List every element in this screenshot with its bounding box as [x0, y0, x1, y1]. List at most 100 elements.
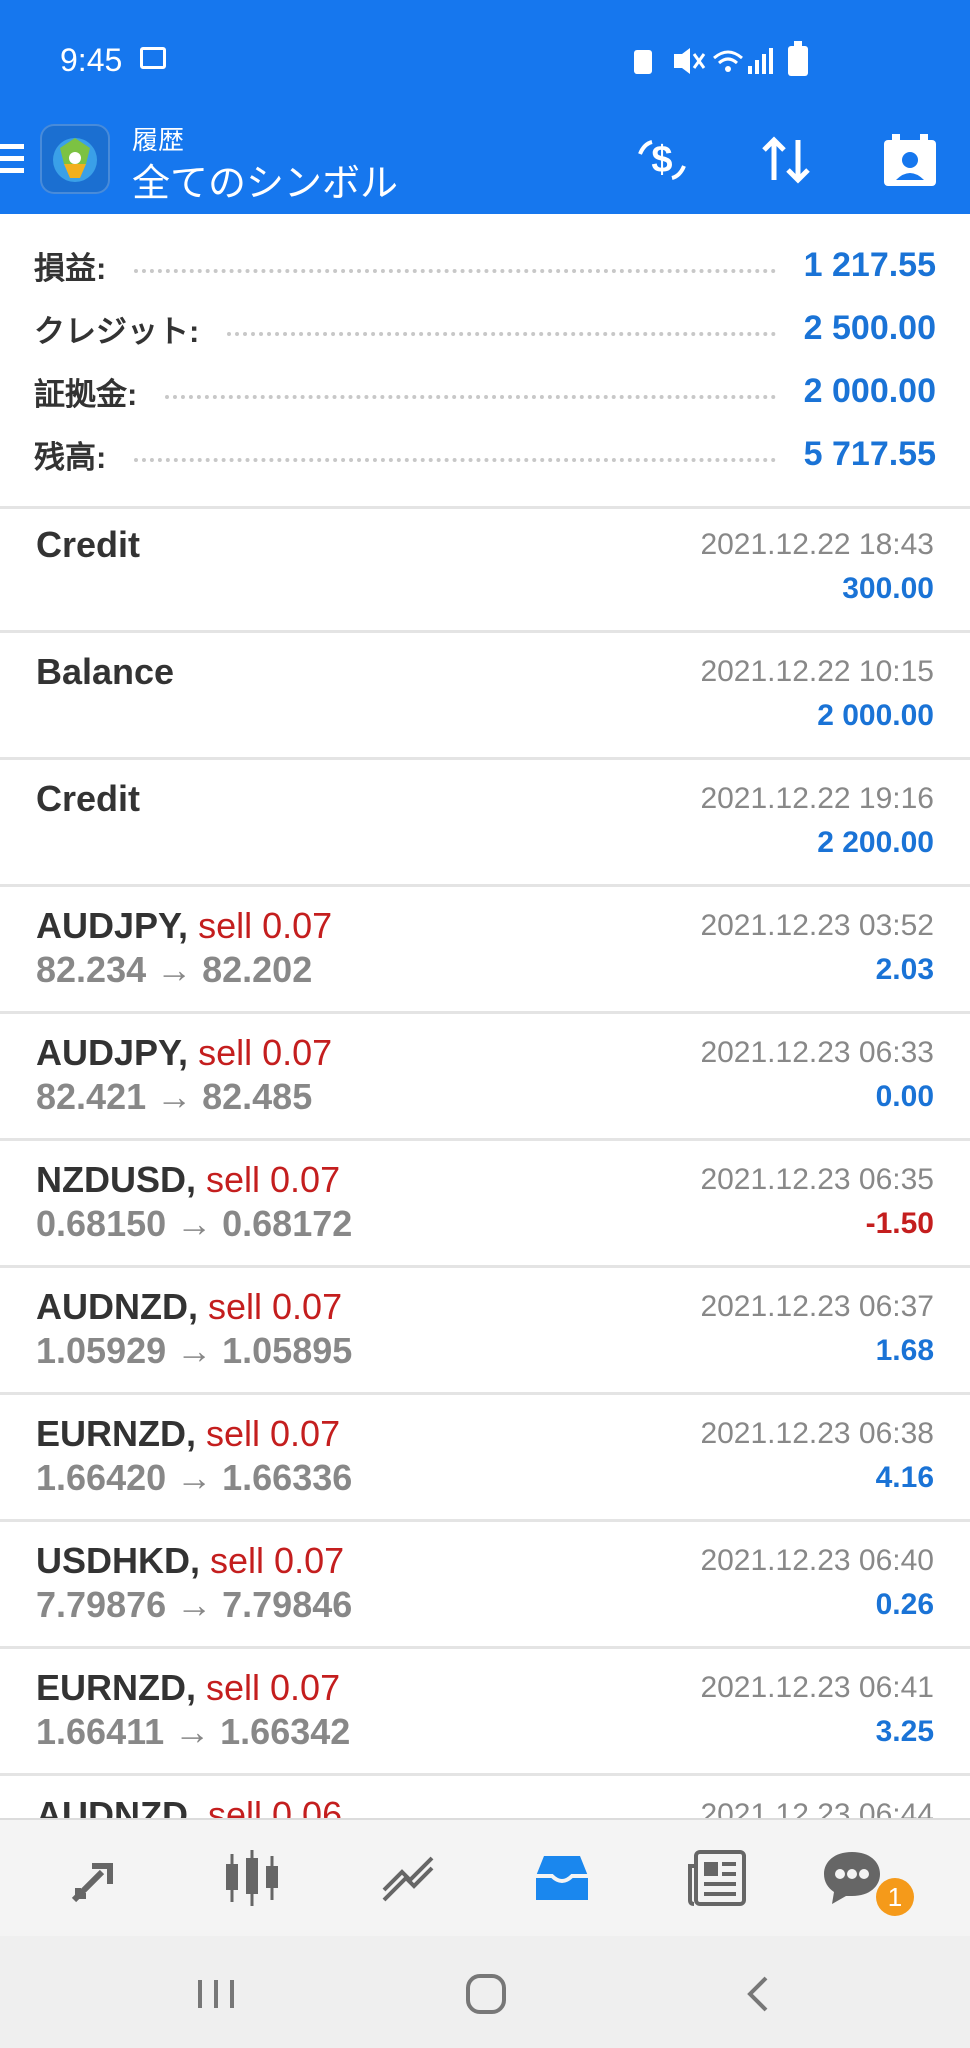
- deal-prices: 0.68150 → 0.68172: [36, 1203, 353, 1244]
- deal-side: sell 0.07: [208, 1286, 343, 1327]
- history-row[interactable]: Balance 2021.12.22 10:15 2 000.00: [0, 633, 970, 760]
- deal-profit: 2 200.00: [817, 826, 934, 859]
- deal-profit: 0.00: [875, 1080, 934, 1113]
- deal-time: 2021.12.22 19:16: [700, 782, 934, 815]
- leader-dots: [134, 458, 776, 462]
- deal-symbol: EURNZD,: [36, 1413, 196, 1454]
- battery-icon: [788, 41, 808, 76]
- deal-title: AUDNZD, sell 0.07: [36, 1286, 342, 1328]
- deal-time: 2021.12.22 10:15: [700, 655, 934, 688]
- app-bar: 履歴 全てのシンボル $: [0, 122, 970, 214]
- history-row[interactable]: EURNZD, sell 0.07 1.66411 → 1.66342 2021…: [0, 1649, 970, 1776]
- deal-title: Balance: [36, 651, 174, 693]
- recent-apps-icon[interactable]: [192, 1972, 240, 2016]
- currency-exchange-icon[interactable]: $: [630, 128, 694, 192]
- deal-title: NZDUSD, sell 0.07: [36, 1159, 340, 1201]
- account-summary: 損益: 1 217.55 クレジット: 2 500.00 証拠金: 2 000.…: [0, 214, 970, 509]
- leader-dots: [227, 332, 776, 336]
- deal-symbol: NZDUSD,: [36, 1159, 196, 1200]
- home-icon[interactable]: [462, 1972, 510, 2016]
- deal-symbol: AUDJPY,: [36, 1032, 189, 1073]
- deal-title: Credit: [36, 778, 140, 820]
- history-row[interactable]: AUDNZD, sell 0.07 1.05929 → 1.05895 2021…: [0, 1268, 970, 1395]
- leader-dots: [134, 269, 776, 273]
- history-row[interactable]: AUDNZD, sell 0.06 2021.12.23 06:44: [0, 1776, 970, 1818]
- summary-label: 証拠金:: [34, 376, 138, 412]
- history-row[interactable]: AUDJPY, sell 0.07 82.234 → 82.202 2021.1…: [0, 887, 970, 1014]
- deal-profit: 1.68: [875, 1334, 934, 1367]
- deal-symbol: Credit: [36, 778, 141, 819]
- deal-prices: 7.79876 → 7.79846: [36, 1584, 353, 1625]
- summary-value: 2 000.00: [803, 371, 936, 410]
- deal-prices: 82.421 → 82.485: [36, 1076, 313, 1117]
- chat-icon[interactable]: [820, 1846, 884, 1910]
- quotes-icon[interactable]: [64, 1846, 128, 1910]
- deal-title: AUDNZD, sell 0.06: [36, 1794, 342, 1818]
- deal-symbol: USDHKD,: [36, 1540, 201, 1581]
- history-icon[interactable]: [530, 1846, 594, 1910]
- deal-symbol: AUDNZD,: [36, 1286, 198, 1327]
- deal-prices: 1.66420 → 1.66336: [36, 1457, 353, 1498]
- deal-side: sell 0.07: [206, 1413, 341, 1454]
- deal-profit: 4.16: [875, 1461, 934, 1494]
- status-icons: [634, 48, 773, 74]
- deal-time: 2021.12.23 06:33: [700, 1036, 934, 1069]
- history-row[interactable]: EURNZD, sell 0.07 1.66420 → 1.66336 2021…: [0, 1395, 970, 1522]
- svg-text:$: $: [651, 139, 672, 181]
- deal-symbol: EURNZD,: [36, 1667, 196, 1708]
- deal-side: sell 0.06: [208, 1794, 343, 1818]
- deal-prices: 1.05929 → 1.05895: [36, 1330, 353, 1371]
- deal-profit: 0.26: [875, 1588, 934, 1621]
- deal-time: 2021.12.22 18:43: [700, 528, 934, 561]
- summary-value: 5 717.55: [803, 434, 936, 473]
- summary-value: 1 217.55: [803, 245, 936, 284]
- sort-icon[interactable]: [754, 128, 818, 192]
- deal-symbol: Balance: [36, 651, 175, 692]
- chart-icon[interactable]: [220, 1846, 284, 1910]
- summary-row-profit: 損益: 1 217.55: [34, 240, 936, 290]
- summary-row-balance: 残高: 5 717.55: [34, 429, 936, 479]
- leader-dots: [165, 395, 776, 399]
- summary-label: 残高:: [34, 439, 107, 475]
- deal-time: 2021.12.23 06:38: [700, 1417, 934, 1450]
- system-nav-bar: [0, 1936, 970, 2048]
- menu-icon[interactable]: [0, 144, 24, 178]
- symbol-filter-title[interactable]: 全てのシンボル: [132, 152, 398, 207]
- summary-label: 損益:: [34, 250, 107, 286]
- history-list[interactable]: Credit 2021.12.22 18:43 300.00 Balance 2…: [0, 506, 970, 1818]
- deal-title: USDHKD, sell 0.07: [36, 1540, 344, 1582]
- history-row[interactable]: NZDUSD, sell 0.07 0.68150 → 0.68172 2021…: [0, 1141, 970, 1268]
- deal-time: 2021.12.23 06:35: [700, 1163, 934, 1196]
- news-icon[interactable]: [686, 1846, 750, 1910]
- deal-symbol: AUDJPY,: [36, 905, 189, 946]
- deal-time: 2021.12.23 03:52: [700, 909, 934, 942]
- history-row[interactable]: USDHKD, sell 0.07 7.79876 → 7.79846 2021…: [0, 1522, 970, 1649]
- trade-icon[interactable]: [376, 1846, 440, 1910]
- deal-profit: -1.50: [865, 1207, 934, 1240]
- deal-profit: 2.03: [875, 953, 934, 986]
- deal-time: 2021.12.23 06:40: [700, 1544, 934, 1577]
- deal-time: 2021.12.23 06:41: [700, 1671, 934, 1704]
- summary-row-credit: クレジット: 2 500.00: [34, 303, 936, 353]
- deal-prices: 1.66411 → 1.66342: [36, 1711, 351, 1752]
- back-icon[interactable]: [736, 1972, 784, 2016]
- deal-title: EURNZD, sell 0.07: [36, 1413, 340, 1455]
- deal-side: sell 0.07: [198, 905, 333, 946]
- deal-profit: 300.00: [842, 572, 934, 605]
- calendar-icon[interactable]: [878, 128, 942, 192]
- app-logo: [40, 124, 110, 194]
- deal-title: AUDJPY, sell 0.07: [36, 905, 332, 947]
- history-row[interactable]: AUDJPY, sell 0.07 82.421 → 82.485 2021.1…: [0, 1014, 970, 1141]
- bottom-tab-bar: 1: [0, 1818, 970, 1938]
- history-row[interactable]: Credit 2021.12.22 18:43 300.00: [0, 506, 970, 633]
- deal-side: sell 0.07: [206, 1159, 341, 1200]
- deal-profit: 3.25: [875, 1715, 934, 1748]
- deal-side: sell 0.07: [210, 1540, 345, 1581]
- history-row[interactable]: Credit 2021.12.22 19:16 2 200.00: [0, 760, 970, 887]
- deal-title: EURNZD, sell 0.07: [36, 1667, 340, 1709]
- summary-label: クレジット:: [34, 313, 200, 349]
- deal-symbol: Credit: [36, 524, 141, 565]
- image-notification-icon: [140, 47, 166, 69]
- deal-prices: 82.234 → 82.202: [36, 949, 313, 990]
- deal-title: AUDJPY, sell 0.07: [36, 1032, 332, 1074]
